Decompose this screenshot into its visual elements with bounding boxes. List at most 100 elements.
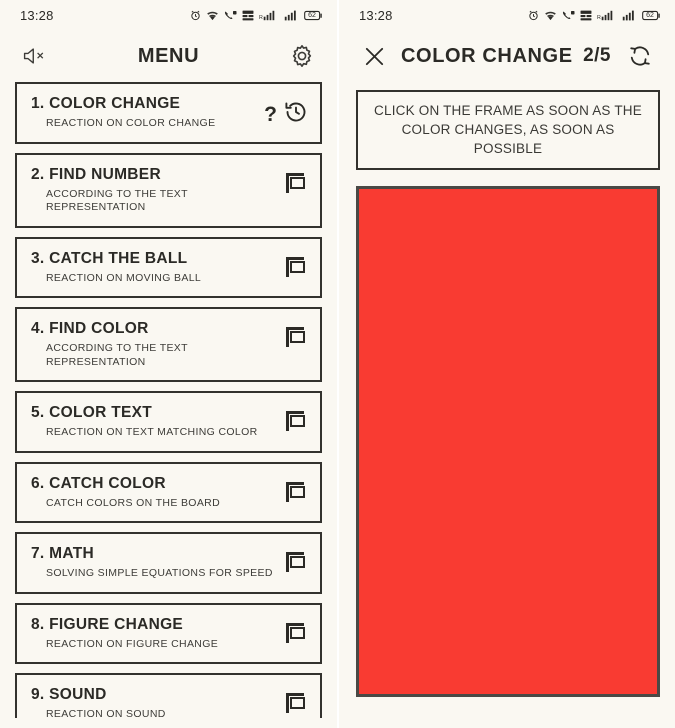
call-mute-icon xyxy=(224,10,237,21)
data-saver-icon xyxy=(580,10,592,21)
menu-item-name: CATCH THE BALL xyxy=(49,249,188,267)
wifi-icon xyxy=(206,10,219,21)
color-fill-area[interactable] xyxy=(359,189,657,694)
menu-item-title: 2. FIND NUMBER xyxy=(31,165,284,184)
menu-item-actions xyxy=(284,474,308,509)
menu-item-name: CATCH COLOR xyxy=(49,474,166,492)
menu-item-color-change[interactable]: 1. COLOR CHANGE REACTION ON COLOR CHANGE… xyxy=(15,82,322,144)
menu-item-number: 9. xyxy=(31,686,45,703)
menu-item-name: MATH xyxy=(49,545,94,562)
menu-item-number: 4. xyxy=(31,320,45,337)
data-saver-icon xyxy=(242,10,254,21)
ad-billboard-icon[interactable] xyxy=(284,480,308,509)
status-icon-group: R 62 xyxy=(528,10,661,21)
call-mute-icon xyxy=(562,10,575,21)
menu-item-texts: 4. FIND COLOR ACCORDING TO THE TEXT REPR… xyxy=(31,319,284,369)
status-bar-right: 13:28 R 62 xyxy=(339,0,675,30)
menu-item-name: COLOR CHANGE xyxy=(49,95,181,112)
menu-item-subtitle: SOLVING SIMPLE EQUATIONS FOR SPEED xyxy=(46,567,273,579)
menu-item-name: COLOR TEXT xyxy=(49,404,153,421)
menu-item-number: 6. xyxy=(31,474,45,492)
refresh-icon[interactable] xyxy=(625,41,655,71)
menu-item-title: 8. FIGURE CHANGE xyxy=(31,615,284,634)
ad-billboard-icon[interactable] xyxy=(284,691,308,718)
menu-item-catch-the-ball[interactable]: 3. CATCH THE BALL REACTION ON MOVING BAL… xyxy=(15,236,322,298)
ad-billboard-icon[interactable] xyxy=(284,325,308,354)
battery-icon: 62 xyxy=(642,10,661,21)
ad-billboard-icon[interactable] xyxy=(284,255,308,284)
menu-item-color-text[interactable]: 5. COLOR TEXT REACTION ON TEXT MATCHING … xyxy=(15,391,322,453)
status-time: 13:28 xyxy=(359,7,393,23)
menu-item-texts: 9. SOUND REACTION ON SOUND xyxy=(31,685,284,718)
menu-item-catch-color[interactable]: 6. CATCH COLOR CATCH COLORS ON THE BOARD xyxy=(15,461,322,523)
menu-item-title: 7. MATH xyxy=(31,544,284,563)
menu-item-subtitle: ACCORDING TO THE TEXT REPRESENTATION xyxy=(46,342,188,368)
alarm-icon xyxy=(528,10,539,21)
menu-item-texts: 6. CATCH COLOR CATCH COLORS ON THE BOARD xyxy=(31,474,284,511)
menu-item-number: 5. xyxy=(31,404,45,421)
menu-item-actions xyxy=(284,249,308,284)
gear-icon[interactable] xyxy=(287,41,317,71)
color-change-frame[interactable] xyxy=(356,186,660,697)
menu-item-title: 5. COLOR TEXT xyxy=(31,403,284,422)
status-icon-group: R 62 xyxy=(190,10,323,21)
menu-item-number: 1. xyxy=(31,95,45,112)
battery-icon: 62 xyxy=(304,10,323,21)
history-icon[interactable] xyxy=(284,100,308,129)
battery-level: 62 xyxy=(308,11,316,19)
menu-item-find-color[interactable]: 4. FIND COLOR ACCORDING TO THE TEXT REPR… xyxy=(15,307,322,382)
menu-item-texts: 2. FIND NUMBER ACCORDING TO THE TEXT REP… xyxy=(31,165,284,215)
ad-billboard-icon[interactable] xyxy=(284,409,308,438)
menu-item-texts: 8. FIGURE CHANGE REACTION ON FIGURE CHAN… xyxy=(31,615,284,652)
menu-item-name: FIND COLOR xyxy=(49,320,149,337)
menu-item-texts: 1. COLOR CHANGE REACTION ON COLOR CHANGE xyxy=(31,94,264,131)
dual-screenshot-container: 13:28 R 62 MENU 1. COLOR CHANGE REACTION… xyxy=(0,0,675,728)
menu-item-figure-change[interactable]: 8. FIGURE CHANGE REACTION ON FIGURE CHAN… xyxy=(15,602,322,664)
ad-billboard-icon[interactable] xyxy=(284,171,308,200)
menu-item-math[interactable]: 7. MATH SOLVING SIMPLE EQUATIONS FOR SPE… xyxy=(15,532,322,594)
menu-item-sound[interactable]: 9. SOUND REACTION ON SOUND xyxy=(15,673,322,718)
menu-item-subtitle: REACTION ON MOVING BALL xyxy=(46,271,202,284)
menu-item-name: SOUND xyxy=(49,686,107,703)
svg-text:R: R xyxy=(259,15,263,21)
menu-item-title: 1. COLOR CHANGE xyxy=(31,94,264,113)
signal-roaming-icon: R xyxy=(597,10,617,21)
menu-item-actions xyxy=(284,615,308,650)
menu-item-actions xyxy=(284,165,308,200)
menu-item-actions xyxy=(284,544,308,579)
game-menu-list[interactable]: 1. COLOR CHANGE REACTION ON COLOR CHANGE… xyxy=(0,82,337,718)
help-icon[interactable]: ? xyxy=(264,104,277,125)
menu-item-actions xyxy=(284,685,308,718)
wifi-icon xyxy=(544,10,557,21)
instruction-text: CLICK ON THE FRAME AS SOON AS THE COLOR … xyxy=(356,90,660,170)
menu-item-find-number[interactable]: 2. FIND NUMBER ACCORDING TO THE TEXT REP… xyxy=(15,152,322,228)
menu-app-bar: MENU xyxy=(0,30,337,82)
menu-item-texts: 7. MATH SOLVING SIMPLE EQUATIONS FOR SPE… xyxy=(31,544,284,581)
menu-screen: 13:28 R 62 MENU 1. COLOR CHANGE REACTION… xyxy=(0,0,337,728)
menu-item-subtitle: REACTION ON TEXT MATCHING COLOR xyxy=(46,426,258,438)
menu-item-actions xyxy=(284,403,308,438)
menu-item-subtitle: REACTION ON FIGURE CHANGE xyxy=(46,637,219,650)
menu-item-subtitle: CATCH COLORS ON THE BOARD xyxy=(46,496,221,509)
menu-item-texts: 5. COLOR TEXT REACTION ON TEXT MATCHING … xyxy=(31,403,284,440)
status-time: 13:28 xyxy=(20,7,54,23)
ad-billboard-icon[interactable] xyxy=(284,550,308,579)
close-x-icon[interactable] xyxy=(359,41,389,71)
speaker-mute-icon[interactable] xyxy=(20,41,50,71)
menu-item-subtitle: ACCORDING TO THE TEXT REPRESENTATION xyxy=(46,187,188,214)
menu-item-number: 3. xyxy=(31,249,45,267)
game-title: COLOR CHANGE xyxy=(401,44,573,67)
menu-item-title: 6. CATCH COLOR xyxy=(31,474,284,493)
menu-item-name: FIND NUMBER xyxy=(49,165,161,183)
game-screen: 13:28 R 62 COLOR CHANGE 2/5 CLICK ON THE… xyxy=(339,0,675,728)
round-counter: 2/5 xyxy=(583,45,611,66)
menu-item-name: FIGURE CHANGE xyxy=(49,615,184,633)
menu-item-subtitle: REACTION ON SOUND xyxy=(46,708,166,718)
signal-roaming-icon: R xyxy=(259,10,279,21)
menu-item-subtitle: REACTION ON COLOR CHANGE xyxy=(46,117,216,129)
ad-billboard-icon[interactable] xyxy=(284,621,308,650)
page-title: MENU xyxy=(137,44,200,67)
menu-item-title: 4. FIND COLOR xyxy=(31,319,284,338)
menu-item-actions xyxy=(284,319,308,354)
menu-item-title: 9. SOUND xyxy=(31,685,284,704)
